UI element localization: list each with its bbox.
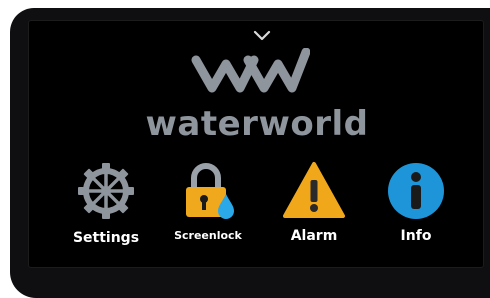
settings-button[interactable]: Settings bbox=[56, 160, 156, 250]
chevron-down-icon[interactable] bbox=[252, 30, 272, 42]
info-button[interactable]: Info bbox=[366, 160, 466, 250]
alarm-label: Alarm bbox=[290, 228, 338, 244]
alarm-button[interactable]: Alarm bbox=[264, 160, 364, 250]
screenlock-button[interactable]: Screenlock bbox=[158, 160, 258, 250]
screenlock-label: Screenlock bbox=[174, 229, 242, 242]
info-label: Info bbox=[400, 228, 432, 244]
gear-icon bbox=[78, 163, 134, 219]
brand-logo-mark bbox=[191, 48, 310, 93]
settings-label: Settings bbox=[72, 230, 140, 246]
brand-wordmark: waterworld bbox=[145, 104, 369, 144]
warning-triangle-icon bbox=[283, 162, 345, 218]
padlock-water-drop-icon bbox=[186, 163, 234, 219]
info-icon bbox=[388, 163, 444, 219]
